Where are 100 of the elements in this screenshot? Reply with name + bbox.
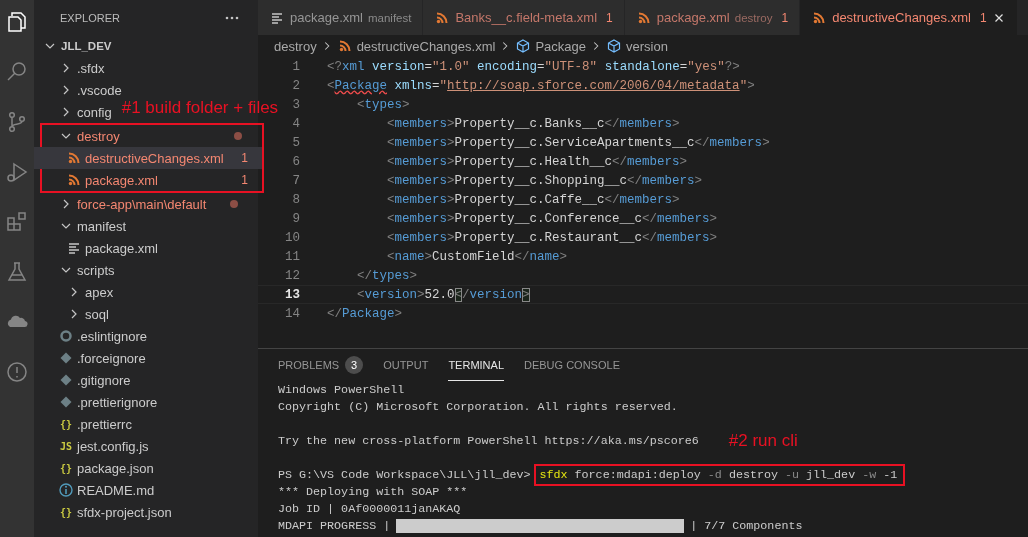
terminal-line: Try the new cross-platform PowerShell https://aka.ms/pscore6 (278, 433, 699, 448)
explorer-title: EXPLORER (60, 11, 120, 24)
more-icon[interactable] (224, 14, 240, 21)
folder-item[interactable]: manifest (34, 215, 258, 237)
code-line: <types> (357, 97, 410, 112)
line-number: 1 (292, 59, 300, 74)
braces-icon: {} (58, 462, 74, 474)
ring-icon (58, 328, 74, 344)
line-number: 8 (292, 192, 300, 207)
lines-icon (66, 240, 82, 256)
files-icon[interactable] (5, 10, 29, 34)
diamond-icon (58, 394, 74, 410)
terminal-line: *** Deploying with SOAP *** (278, 484, 468, 499)
panel-tab[interactable]: OUTPUT (383, 349, 429, 381)
folder-item[interactable]: soql (34, 303, 258, 325)
problem-count: 1 (241, 173, 248, 187)
js-icon: JS (58, 440, 74, 452)
tab-description: destroy (734, 11, 773, 24)
terminal-line: | 7/7 Components (690, 518, 803, 533)
folder-item[interactable]: config (34, 101, 116, 123)
problem-count: 1 (979, 10, 987, 25)
terminal-line: Windows PowerShell (278, 382, 405, 397)
code-line: <?xml version="1.0" encoding="UTF-8" standalone="yes"?> (327, 59, 740, 74)
line-number: 14 (285, 306, 300, 321)
breadcrumb-item[interactable]: Package (515, 38, 586, 54)
folder-item[interactable]: .vscode (34, 79, 258, 101)
rss-icon (66, 150, 82, 166)
braces-icon: {} (58, 506, 74, 518)
file-item[interactable]: package.xml (34, 237, 258, 259)
file-item[interactable]: .forceignore (34, 347, 258, 369)
terminal-line: Copyright (C) Microsoft Corporation. All rights reserved. (278, 399, 678, 414)
file-item[interactable]: {} .prettierrc (34, 413, 258, 435)
panel-tab[interactable]: PROBLEMS 3 (278, 349, 364, 381)
code-line: </Package> (327, 306, 403, 321)
file-item[interactable]: JS jest.config.js (34, 435, 258, 457)
modified-dot (234, 132, 242, 140)
code-line: <members>Property__c.Restaurant__c</members> (387, 230, 718, 245)
cube-icon (605, 38, 622, 54)
braces-icon: {} (58, 418, 74, 430)
folder-item[interactable]: force-app\main\default (34, 193, 258, 215)
file-item[interactable]: .gitignore (34, 369, 258, 391)
terminal-line: MDAPI PROGRESS | (278, 518, 391, 533)
editor-tab[interactable]: package.xml destroy 1 (624, 0, 801, 35)
file-item[interactable]: destructiveChanges.xml 1 (34, 147, 262, 169)
tab-description: manifest (368, 11, 412, 24)
terminal-prompt: PS G:\VS Code Workspace\JLL\jll_dev> (278, 467, 531, 482)
editor-tab[interactable]: Banks__c.field-meta.xml 1 (423, 0, 625, 35)
extensions-icon[interactable] (5, 210, 29, 234)
problem-count: 1 (606, 10, 613, 25)
run-debug-icon[interactable] (5, 160, 29, 184)
file-item[interactable]: {} sfdx-project.json (34, 501, 258, 523)
code-line: <Package xmlns="http://soap.sforce.com/2006/04/metadata"> (327, 78, 755, 93)
folder-item[interactable]: .sfdx (34, 57, 258, 79)
line-number: 2 (292, 78, 300, 93)
count-badge: 3 (345, 355, 364, 374)
cube-icon (515, 38, 532, 54)
line-number: 10 (285, 230, 300, 245)
line-number: 5 (292, 135, 300, 150)
folder-item[interactable]: apex (34, 281, 258, 303)
panel-tab[interactable]: TERMINAL (448, 349, 504, 381)
flask-icon[interactable] (5, 260, 29, 284)
problem-count: 1 (241, 151, 248, 165)
code-line: <members>Property__c.Caffe__c</members> (387, 192, 680, 207)
code-line: <members>Property__c.Health__c</members> (387, 154, 688, 169)
code-line: <name>CustomField</name> (387, 249, 568, 264)
file-item[interactable]: package.xml 1 (34, 169, 262, 191)
file-item[interactable]: README.md (34, 479, 258, 501)
file-item[interactable]: .eslintignore (34, 325, 258, 347)
terminal-line: Job ID | 0Af0000011janAKAQ (278, 501, 461, 516)
file-item[interactable]: {} package.json (34, 457, 258, 479)
problem-count: 1 (781, 10, 789, 25)
breadcrumb-item[interactable]: destroy (274, 38, 317, 54)
line-number: 9 (292, 211, 300, 226)
terminal-command: sfdx force:mdapi:deploy -d destroy -u jll_dev -w -1 (533, 463, 906, 486)
line-number: 12 (285, 268, 300, 283)
editor-tab[interactable]: destructiveChanges.xml 1 (800, 0, 1018, 35)
diamond-icon (58, 350, 74, 366)
modified-dot (230, 200, 238, 208)
editor-tab[interactable]: package.xml manifest (258, 0, 424, 35)
breadcrumb-item[interactable]: destructiveChanges.xml (336, 38, 496, 54)
panel-tab[interactable]: DEBUG CONSOLE (524, 349, 620, 381)
line-number: 13 (285, 287, 300, 302)
alert-icon[interactable] (5, 360, 29, 384)
line-number: 4 (292, 116, 300, 131)
diamond-icon (58, 372, 74, 388)
breadcrumb-item[interactable]: version (605, 38, 668, 54)
line-number: 11 (285, 249, 300, 264)
code-line: <members>Property__c.Shopping__c</members> (387, 173, 703, 188)
workspace-root[interactable]: JLL_DEV (34, 35, 258, 57)
folder-item[interactable]: destroy (34, 125, 262, 147)
line-number: 3 (292, 97, 300, 112)
annotation-label: #1 build folder + files (121, 98, 279, 118)
folder-item[interactable]: scripts (34, 259, 258, 281)
code-line: </types> (357, 268, 418, 283)
code-line: <members>Property__c.Conference__c</members> (387, 211, 718, 226)
code-line: <members>Property__c.ServiceApartments__c</members> (387, 135, 770, 150)
code-line: <members>Property__c.Banks__c</members> (387, 116, 680, 131)
info-icon (58, 482, 74, 498)
line-number: 6 (292, 154, 300, 169)
file-item[interactable]: .prettierignore (34, 391, 258, 413)
